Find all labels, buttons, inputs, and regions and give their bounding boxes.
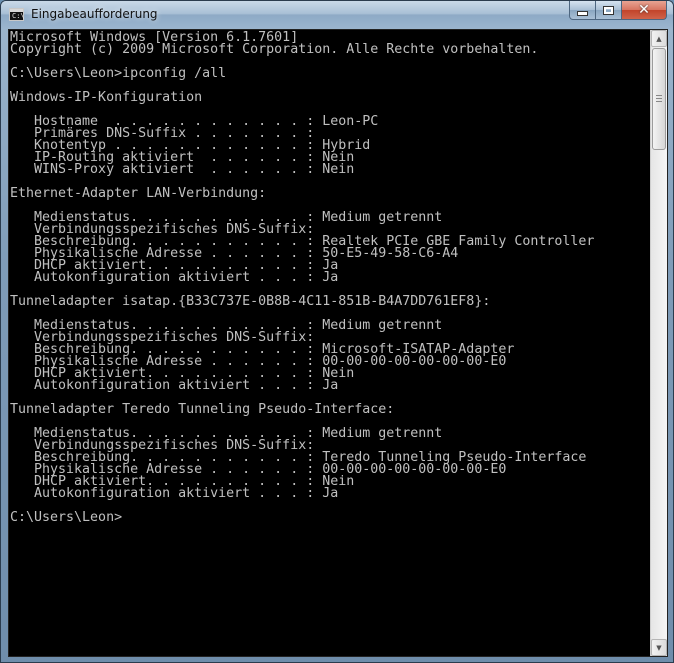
console-line: Ethernet-Adapter LAN-Verbindung: [10,186,267,201]
console-line: C:\Users\Leon> [10,510,123,525]
vertical-scrollbar[interactable]: ▲ ▼ [650,30,667,656]
close-icon: ✕ [638,2,650,18]
title-bar[interactable]: C:\ Eingabeaufforderung ✕ [1,1,673,29]
console-line: Autokonfiguration aktiviert . . . : Ja [10,378,339,393]
scrollbar-thumb[interactable] [652,48,666,150]
scroll-down-button[interactable]: ▼ [651,639,667,656]
console-client-area: Microsoft Windows [Version 6.1.7601] Cop… [8,29,668,657]
console-line: Tunneladapter isatap.{B33C737E-0B8B-4C11… [10,294,491,309]
console-line: WINS-Proxy aktiviert . . . . . . : Nein [10,162,355,177]
console-line: Tunneladapter Teredo Tunneling Pseudo-In… [10,402,395,417]
scroll-up-button[interactable]: ▲ [651,30,667,47]
console-line: Autokonfiguration aktiviert . . . : Ja [10,270,339,285]
console-line: C:\Users\Leon>ipconfig /all [10,66,227,81]
console-line: Windows-IP-Konfiguration [10,90,203,105]
cmd-icon[interactable]: C:\ [9,8,25,21]
command-prompt-window: C:\ Eingabeaufforderung ✕ Microsoft Wind… [0,0,674,663]
minimize-button[interactable] [569,1,596,20]
console-line: Copyright (c) 2009 Microsoft Corporation… [10,42,539,57]
window-controls: ✕ [569,1,667,21]
scroll-up-arrow-icon: ▲ [656,34,662,43]
scrollbar-grip-icon [656,95,662,103]
console-text: Microsoft Windows [Version 6.1.7601] Cop… [9,30,650,524]
window-title: Eingabeaufforderung [31,7,158,21]
maximize-button[interactable] [596,1,622,20]
scroll-down-arrow-icon: ▼ [656,643,662,652]
minimize-icon [577,10,588,16]
console-line: Autokonfiguration aktiviert . . . : Ja [10,486,339,501]
maximize-icon [603,5,614,15]
console-output[interactable]: Microsoft Windows [Version 6.1.7601] Cop… [9,30,650,656]
close-button[interactable]: ✕ [622,1,667,20]
